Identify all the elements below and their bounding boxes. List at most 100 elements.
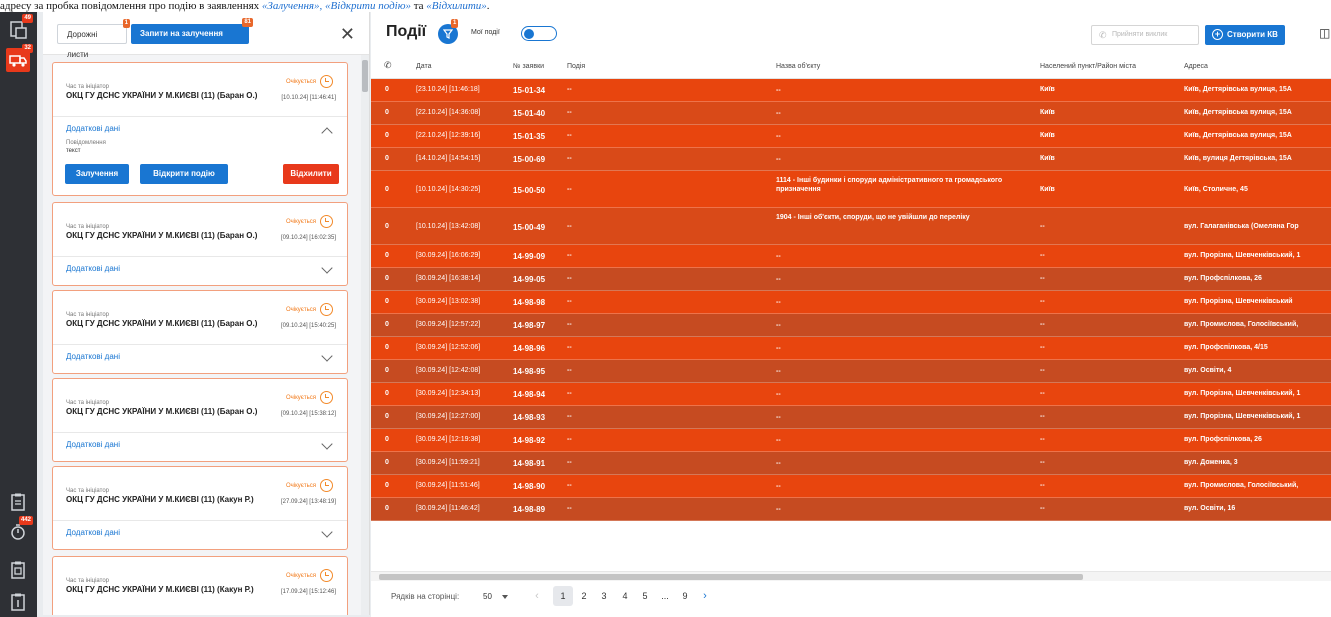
tab-waybills[interactable]: Дорожні листи 1 bbox=[57, 19, 130, 59]
report-icon[interactable] bbox=[6, 590, 30, 614]
table-row[interactable]: 0 [30.09.24] [12:52:06] 14-98-96 -- -- -- вул.… bbox=[371, 337, 1331, 360]
row-counter: 0 bbox=[385, 86, 389, 93]
table-row[interactable]: 0 [10.10.24] [14:30:25] 15-00-50 -- 1114 - І… bbox=[371, 171, 1331, 208]
row-event: -- bbox=[567, 505, 572, 512]
chevron-down-icon[interactable] bbox=[321, 526, 333, 538]
column-settlement[interactable]: Населений пункт/Район міста bbox=[1040, 63, 1136, 70]
caret-down-icon[interactable] bbox=[502, 595, 508, 599]
chevron-up-icon[interactable] bbox=[321, 127, 333, 139]
scrollbar-thumb[interactable] bbox=[362, 60, 368, 92]
page-button[interactable]: 3 bbox=[594, 586, 614, 606]
row-object-name: 1904 - Інші об'єкти, споруди, що не увій… bbox=[776, 214, 970, 221]
row-date: [30.09.24] [12:42:08] bbox=[416, 367, 481, 374]
divider bbox=[53, 116, 347, 117]
engage-button[interactable]: Залучення bbox=[65, 164, 129, 184]
row-event: -- bbox=[567, 186, 572, 193]
map-icon[interactable]: ◫ bbox=[1319, 26, 1330, 40]
row-date: [30.09.24] [16:06:29] bbox=[416, 252, 481, 259]
column-request-number[interactable]: № заявки bbox=[513, 63, 544, 70]
additional-data-toggle[interactable]: Додаткові дані bbox=[66, 264, 120, 273]
column-address[interactable]: Адреса bbox=[1184, 63, 1208, 70]
row-address: вул. Профспілкова, 26 bbox=[1184, 275, 1262, 282]
accept-call-button[interactable]: ✆ Прийняти виклик bbox=[1091, 25, 1199, 45]
row-request-number: 15-00-49 bbox=[513, 223, 546, 232]
next-page-icon[interactable]: › bbox=[695, 586, 715, 606]
table-row[interactable]: 0 [30.09.24] [16:38:14] 14-99-05 -- -- -- вул.… bbox=[371, 268, 1331, 291]
row-request-number: 14-98-97 bbox=[513, 321, 546, 330]
request-time: [09.10.24] [15:40:25] bbox=[280, 323, 336, 329]
table-row[interactable]: 0 [30.09.24] [12:19:38] 14-98-92 -- -- -- вул.… bbox=[371, 429, 1331, 452]
row-settlement: Київ bbox=[1040, 186, 1055, 193]
table-row[interactable]: 0 [30.09.24] [12:27:00] 14-98-93 -- -- -- вул.… bbox=[371, 406, 1331, 429]
column-event[interactable]: Подія bbox=[567, 63, 585, 70]
table-row[interactable]: 0 [22.10.24] [12:39:16] 15-01-35 -- -- Київ Ки… bbox=[371, 125, 1331, 148]
clipboard-icon[interactable] bbox=[6, 490, 30, 514]
page-button[interactable]: 9 bbox=[675, 586, 695, 606]
table-row[interactable]: 0 [30.09.24] [11:59:21] 14-98-91 -- -- -- вул.… bbox=[371, 452, 1331, 475]
table-row[interactable]: 0 [22.10.24] [14:36:08] 15-01-40 -- -- Київ Ки… bbox=[371, 102, 1331, 125]
horizontal-scrollbar[interactable] bbox=[371, 571, 1331, 581]
request-card[interactable]: Час та ініціатор ОКЦ ГУ ДСНС УКРАЇНИ У М… bbox=[52, 556, 348, 615]
chevron-down-icon[interactable] bbox=[321, 262, 333, 274]
clock-icon bbox=[320, 479, 333, 492]
table-row[interactable]: 0 [30.09.24] [11:46:42] 14-98-89 -- -- -- вул.… bbox=[371, 498, 1331, 521]
chevron-down-icon[interactable] bbox=[321, 438, 333, 450]
tab-engagement-requests[interactable]: Запити на залучення 81 bbox=[131, 18, 253, 44]
plus-circle-icon: + bbox=[1212, 29, 1223, 40]
clipboard-list-icon[interactable] bbox=[6, 558, 30, 582]
page-button[interactable]: 2 bbox=[574, 586, 594, 606]
prev-page-icon[interactable]: ‹ bbox=[527, 586, 547, 606]
page-button[interactable]: 4 bbox=[615, 586, 635, 606]
clock-icon bbox=[320, 569, 333, 582]
request-card[interactable]: Час та ініціатор ОКЦ ГУ ДСНС УКРАЇНИ У М… bbox=[52, 466, 348, 550]
page-button[interactable]: 5 bbox=[635, 586, 655, 606]
row-settlement: Київ bbox=[1040, 155, 1055, 162]
scrollbar[interactable] bbox=[361, 55, 369, 615]
pagination: Рядків на сторінці: 50 ‹ 1 2 3 4 5 ... 9… bbox=[371, 581, 1331, 617]
request-card[interactable]: Час та ініціатор ОКЦ ГУ ДСНС УКРАЇНИ У М… bbox=[52, 290, 348, 374]
table-row[interactable]: 0 [30.09.24] [12:34:13] 14-98-94 -- -- -- вул.… bbox=[371, 383, 1331, 406]
row-object-name: -- bbox=[776, 506, 781, 513]
truck-request-icon[interactable]: 32 bbox=[6, 44, 33, 72]
table-row[interactable]: 0 [10.10.24] [13:42:08] 15-00-49 -- 1904 - І… bbox=[371, 208, 1331, 245]
additional-data-toggle[interactable]: Додаткові дані bbox=[66, 124, 120, 133]
column-object-name[interactable]: Назва об'єкту bbox=[776, 63, 820, 70]
waybill-icon[interactable]: 49 bbox=[6, 14, 33, 42]
row-request-number: 15-01-40 bbox=[513, 109, 546, 118]
column-date[interactable]: Дата bbox=[416, 63, 432, 70]
table-header: ✆ Дата № заявки Подія Назва об'єкту Насе… bbox=[371, 56, 1331, 79]
table-row[interactable]: 0 [30.09.24] [12:42:08] 14-98-95 -- -- -- вул.… bbox=[371, 360, 1331, 383]
additional-data-toggle[interactable]: Додаткові дані bbox=[66, 528, 120, 537]
table-row[interactable]: 0 [14.10.24] [14:54:15] 15-00-69 -- -- Київ Ки… bbox=[371, 148, 1331, 171]
rows-per-page-select[interactable]: 50 bbox=[483, 592, 492, 601]
page-button[interactable]: 1 bbox=[553, 586, 573, 606]
row-settlement: -- bbox=[1040, 436, 1045, 443]
open-event-button[interactable]: Відкрити подію bbox=[140, 164, 228, 184]
instruction-text: адресу за пробка повідомлення про подію … bbox=[0, 0, 1331, 12]
initiator-label: Час та ініціатор bbox=[66, 488, 109, 494]
row-event: -- bbox=[567, 413, 572, 420]
status-badge: Очікується bbox=[286, 303, 333, 316]
request-card[interactable]: Час та ініціатор ОКЦ ГУ ДСНС УКРАЇНИ У М… bbox=[52, 378, 348, 462]
request-card[interactable]: Час та ініціатор ОКЦ ГУ ДСНС УКРАЇНИ У М… bbox=[52, 62, 348, 196]
row-object-name: -- bbox=[776, 483, 781, 490]
row-address: вул. Профспілкова, 26 bbox=[1184, 436, 1262, 443]
row-settlement: -- bbox=[1040, 367, 1045, 374]
additional-data-toggle[interactable]: Додаткові дані bbox=[66, 440, 120, 449]
table-row[interactable]: 0 [30.09.24] [13:02:38] 14-98-98 -- -- -- вул.… bbox=[371, 291, 1331, 314]
chevron-down-icon[interactable] bbox=[321, 350, 333, 362]
reject-button[interactable]: Відхилити bbox=[283, 164, 339, 184]
table-row[interactable]: 0 [30.09.24] [11:51:46] 14-98-90 -- -- -- вул.… bbox=[371, 475, 1331, 498]
table-row[interactable]: 0 [23.10.24] [11:46:18] 15-01-34 -- -- Київ Ки… bbox=[371, 79, 1331, 102]
table-row[interactable]: 0 [30.09.24] [16:06:29] 14-99-09 -- -- -- вул.… bbox=[371, 245, 1331, 268]
my-events-toggle[interactable] bbox=[521, 26, 557, 41]
additional-data-toggle[interactable]: Додаткові дані bbox=[66, 352, 120, 361]
timer-icon[interactable]: 442 bbox=[6, 516, 33, 544]
initiator-org: ОКЦ ГУ ДСНС УКРАЇНИ У М.КИЄВІ (11) (Бара… bbox=[66, 231, 258, 240]
table-row[interactable]: 0 [30.09.24] [12:57:22] 14-98-97 -- -- -- вул.… bbox=[371, 314, 1331, 337]
scrollbar-thumb[interactable] bbox=[379, 574, 1083, 580]
create-kv-button[interactable]: + Створити КВ bbox=[1205, 25, 1285, 45]
row-date: [30.09.24] [11:59:21] bbox=[416, 459, 480, 466]
request-card[interactable]: Час та ініціатор ОКЦ ГУ ДСНС УКРАЇНИ У М… bbox=[52, 202, 348, 286]
close-icon[interactable]: ✕ bbox=[340, 24, 355, 44]
